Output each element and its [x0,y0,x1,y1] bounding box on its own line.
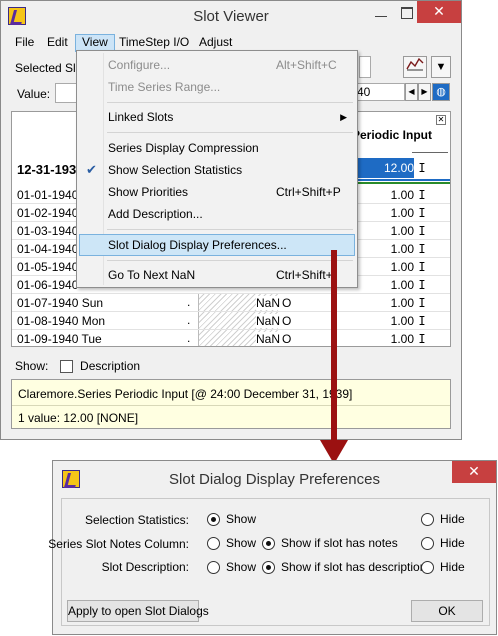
notes-show-radio[interactable] [207,537,220,550]
row-flag: I [418,206,426,220]
row-value: 1.00 [390,242,414,256]
globe-icon[interactable]: ◍ [432,83,450,101]
close-icon[interactable]: ✕ [436,115,446,125]
window-title: Slot Viewer [193,8,269,25]
row-value: 1.00 [390,314,414,328]
row-date: 01-02-1940 [17,206,79,220]
row-dot: . [187,295,191,309]
maximize-icon[interactable] [401,7,413,19]
close-button[interactable]: ✕ [417,1,461,23]
submenu-arrow-icon: ▶ [340,112,347,122]
ok-button[interactable]: OK [411,600,483,622]
row-date: 01-09-1940 Tue [17,332,102,346]
plot-button[interactable] [403,56,427,78]
row-date: 01-07-1940 Sun [17,296,104,310]
description-checkbox[interactable] [59,360,73,374]
row-date: 01-06-1940 [17,278,79,292]
row-value: 1.00 [390,278,414,292]
row-dot: . [187,313,191,327]
row-o: O [282,314,292,328]
row-o: O [282,296,292,310]
row-date: 01-05-1940 [17,260,79,274]
description-hide-radio[interactable] [421,561,434,574]
selection-statistics-hide-radio[interactable] [421,513,434,526]
preferences-dialog: Slot Dialog Display Preferences ✕ Select… [48,460,497,635]
status-line-2: 1 value: 12.00 [NONE] [18,411,139,425]
table-row[interactable]: 01-07-1940 Sun. NaN O 1.00 I [12,294,450,312]
row-value: 1.00 [390,206,414,220]
row-value: 1.00 [390,332,414,346]
table-row[interactable]: 01-09-1940 Tue. NaN O 1.00 I [12,330,450,346]
row-flag: I [418,260,426,274]
status-panel: Claremore.Series Periodic Input [@ 24:00… [11,379,451,429]
description-label: Description [80,359,141,373]
row-flag: I [418,224,426,238]
row-flag: I [418,296,426,310]
menu-item-slot-dialog-display-preferences[interactable]: Slot Dialog Display Preferences... [79,234,355,256]
show-label: Show: [15,359,49,373]
menu-item-show-priorities[interactable]: Show Priorities Ctrl+Shift+P [79,181,355,203]
show-row: Show: Description [15,359,141,374]
series-slot-notes-label: Series Slot Notes Column: [48,537,189,551]
column-header: Periodic Input [352,128,433,142]
notes-hide-radio[interactable] [421,537,434,550]
row-flag: I [418,188,426,202]
row-nan: NaN [256,296,281,310]
row-date: 01-04-1940 [17,242,79,256]
row-value: 1.00 [390,188,414,202]
callout-arrow-shaft [331,250,337,440]
selection-statistics-label: Selection Statistics: [84,513,189,527]
row-date: 01-03-1940 [17,224,79,238]
menu-file[interactable]: File [9,34,40,52]
row-nan: NaN [256,314,281,328]
row-date: 01-01-1940 [17,188,79,202]
dialog-title: Slot Dialog Display Preferences [169,471,380,488]
apply-to-open-dialogs-button[interactable]: Apply to open Slot Dialogs [67,600,209,622]
selection-statistics-show-radio[interactable] [207,513,220,526]
row-value: 1.00 [390,224,414,238]
dialog-close-button[interactable]: ✕ [452,461,496,483]
preferences-panel: Selection Statistics: Show Hide Series S… [48,498,490,626]
menu-item-add-description[interactable]: Add Description... [79,203,355,225]
checkmark-icon: ✔ [86,162,97,177]
row-flag: I [418,242,426,256]
row-nan: NaN [256,332,281,346]
title-bar: Slot Viewer ✕ [1,1,461,31]
value-input[interactable] [55,83,77,103]
row-flag: I [418,278,426,292]
range-right-arrow[interactable]: ▶ [418,83,431,101]
range-left-arrow[interactable]: ◀ [405,83,418,101]
summary-value: 12.00 [383,161,414,175]
range-end-field[interactable]: 40 [353,83,405,101]
menu-item-configure[interactable]: Configure... Alt+Shift+C [79,54,355,76]
plot-icon [406,57,424,71]
row-dot: . [187,331,191,345]
menu-item-show-selection-statistics[interactable]: ✔ Show Selection Statistics [79,159,355,181]
menu-edit[interactable]: Edit [41,34,74,52]
row-flag: I [418,332,426,346]
row-value: 1.00 [390,260,414,274]
value-label: Value: [17,87,51,101]
dropdown-button[interactable]: ▼ [431,56,451,78]
menu-bar: File Edit View TimeStep I/O Adjust [1,32,461,52]
menu-item-series-display-compression[interactable]: Series Display Compression [79,137,355,159]
table-row[interactable]: 01-08-1940 Mon. NaN O 1.00 I [12,312,450,330]
row-value: 1.00 [390,296,414,310]
notes-show-if-has-notes-radio[interactable] [262,537,275,550]
row-o: O [282,332,292,346]
slot-description-label: Slot Description: [101,560,189,574]
description-show-radio[interactable] [207,561,220,574]
menu-item-go-to-next-nan[interactable]: Go To Next NaN Ctrl+Shift+ [79,264,355,286]
menu-item-linked-slots[interactable]: Linked Slots ▶ [79,106,355,128]
row-flag: I [418,314,426,328]
description-show-if-has-radio[interactable] [262,561,275,574]
row-date: 01-08-1940 Mon [17,314,106,328]
chevron-down-icon: ▼ [435,61,447,73]
view-menu-dropdown: Configure... Alt+Shift+C Time Series Ran… [76,50,358,288]
selected-slot-label: Selected Slo [15,61,83,75]
slot-selector-input[interactable] [359,56,371,78]
minimize-icon[interactable] [375,9,387,21]
menu-item-time-series-range[interactable]: Time Series Range... [79,76,355,98]
status-line-1: Claremore.Series Periodic Input [@ 24:00… [18,387,353,401]
